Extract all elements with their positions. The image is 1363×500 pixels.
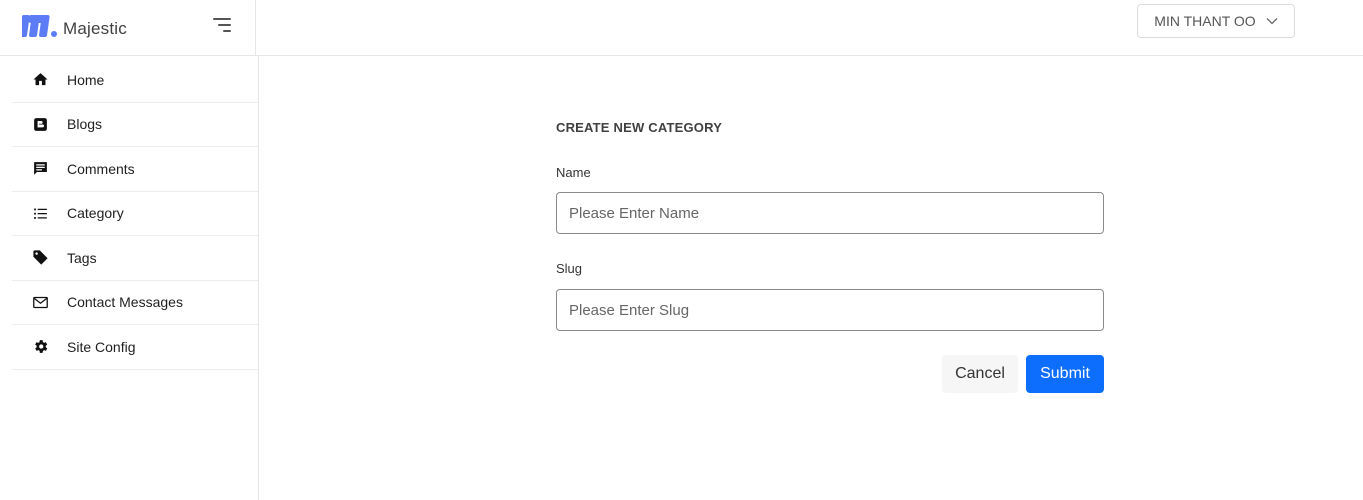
menu-toggle-button[interactable]	[209, 14, 233, 36]
mail-icon	[31, 293, 49, 311]
brand-name: Majestic	[63, 19, 127, 38]
hamburger-line-icon	[218, 24, 231, 26]
blogger-icon	[31, 115, 49, 133]
sidebar-item-category[interactable]: Category	[12, 192, 258, 236]
submit-button[interactable]: Submit	[1026, 355, 1104, 393]
sidebar-item-label: Comments	[67, 160, 135, 177]
sidebar-item-contact-messages[interactable]: Contact Messages	[12, 281, 258, 325]
sidebar-nav: Home Blogs Comments Category Tags Contac…	[12, 58, 258, 370]
hamburger-line-icon	[223, 30, 231, 32]
page-title: CREATE NEW CATEGORY	[556, 120, 723, 135]
name-input[interactable]	[556, 192, 1104, 234]
hamburger-line-icon	[213, 18, 231, 20]
chevron-down-icon	[1266, 18, 1278, 25]
tag-icon	[31, 249, 49, 267]
create-category-form: CREATE NEW CATEGORY Name Slug Cancel Sub…	[556, 120, 1104, 393]
sidebar-item-tags[interactable]: Tags	[12, 236, 258, 281]
sidebar-item-label: Site Config	[67, 338, 136, 355]
sidebar-item-label: Tags	[67, 249, 97, 266]
top-bar: Majestic MIN THANT OO	[0, 0, 1363, 56]
sidebar-item-label: Category	[67, 205, 124, 222]
slug-input[interactable]	[556, 289, 1104, 331]
sidebar-item-blogs[interactable]: Blogs	[12, 103, 258, 147]
slug-label: Slug	[556, 261, 583, 276]
gear-icon	[31, 338, 49, 356]
sidebar-item-label: Contact Messages	[67, 294, 183, 311]
name-label: Name	[556, 165, 591, 180]
sidebar-item-label: Blogs	[67, 116, 103, 133]
user-menu-button[interactable]: MIN THANT OO	[1137, 4, 1295, 38]
sidebar-item-site-config[interactable]: Site Config	[12, 325, 258, 370]
user-name: MIN THANT OO	[1154, 13, 1256, 29]
cancel-button[interactable]: Cancel	[942, 355, 1018, 393]
sidebar: Home Blogs Comments Category Tags Contac…	[0, 56, 259, 500]
sidebar-item-label: Home	[67, 71, 105, 88]
majestic-logo-icon[interactable]	[22, 14, 58, 38]
brand-area: Majestic	[0, 0, 256, 56]
sidebar-item-comments[interactable]: Comments	[12, 147, 258, 192]
home-icon	[31, 71, 49, 89]
sidebar-item-home[interactable]: Home	[12, 58, 258, 103]
comment-icon	[31, 160, 49, 178]
list-icon	[31, 204, 49, 222]
